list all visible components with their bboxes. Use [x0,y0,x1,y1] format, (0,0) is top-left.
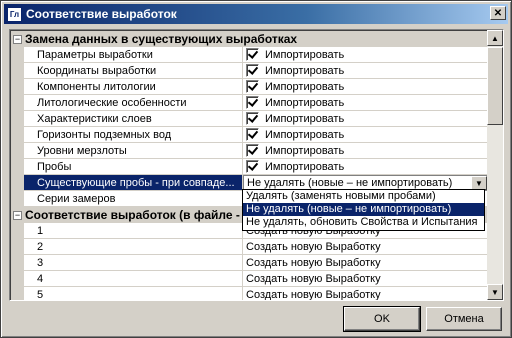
property-name: Уровни мерзлоты [11,143,243,159]
checkbox-label: Импортировать [265,80,345,93]
chevron-down-icon[interactable]: ▼ [471,176,487,190]
property-value[interactable]: Импортировать [243,95,488,111]
property-value[interactable]: Создать новую Выработку [243,255,488,271]
property-name: Литологические особенности [11,95,243,111]
checkbox[interactable] [246,128,259,141]
property-value[interactable]: Импортировать [243,63,488,79]
section-label: Соответствие выработок (в файле - [25,208,240,222]
checkbox[interactable] [246,64,259,77]
checkbox[interactable] [246,160,259,173]
checkbox[interactable] [246,96,259,109]
cancel-button[interactable]: Отмена [426,307,502,331]
vertical-scrollbar[interactable]: ▲ ▼ [487,30,503,300]
checkbox-label: Импортировать [265,144,345,157]
grid-rows: − Замена данных в существующих выработка… [11,31,488,301]
checkbox-label: Импортировать [265,128,345,141]
property-grid: − Замена данных в существующих выработка… [9,29,504,301]
checkbox[interactable] [246,80,259,93]
property-value[interactable]: Импортировать [243,143,488,159]
section-header-replace[interactable]: − Замена данных в существующих выработка… [11,31,488,47]
property-name: Серии замеров [11,191,243,207]
property-name: Координаты выработки [11,63,243,79]
section-label: Замена данных в существующих выработках [25,32,298,46]
property-row[interactable]: 4 Создать новую Выработку [11,271,488,287]
dropdown-option-selected[interactable]: Не удалять (новые – не импортировать) [243,203,484,216]
property-row[interactable]: 5 Создать новую Выработку [11,287,488,301]
property-row[interactable]: Горизонты подземных вод Импортировать [11,127,488,143]
property-name: 3 [11,255,243,271]
property-value[interactable]: Импортировать [243,111,488,127]
property-name: 1 [11,223,243,239]
title-bar[interactable]: Гл Соответствие выработок ✕ [4,4,508,24]
property-value[interactable]: Импортировать [243,47,488,63]
checkbox-label: Импортировать [265,48,345,61]
collapse-icon[interactable]: − [13,210,22,220]
property-row[interactable]: Пробы Импортировать [11,159,488,175]
property-row[interactable]: 2 Создать новую Выработку [11,239,488,255]
dialog-window: Гл Соответствие выработок ✕ − Замена дан… [0,0,512,338]
property-value[interactable]: Создать новую Выработку [243,271,488,287]
checkbox-label: Импортировать [265,112,345,125]
property-row[interactable]: Литологические особенности Импортировать [11,95,488,111]
property-row[interactable]: Уровни мерзлоты Импортировать [11,143,488,159]
property-value[interactable]: Создать новую Выработку [243,287,488,301]
property-name: Существующие пробы - при совпаде... [11,175,243,191]
property-row[interactable]: 3 Создать новую Выработку [11,255,488,271]
property-row[interactable]: Координаты выработки Импортировать [11,63,488,79]
property-value[interactable]: Импортировать [243,79,488,95]
property-value[interactable]: Импортировать [243,159,488,175]
window-title: Соответствие выработок [26,7,177,21]
close-button[interactable]: ✕ [490,6,506,20]
property-name: 4 [11,271,243,287]
property-row[interactable]: Характеристики слоев Импортировать [11,111,488,127]
checkbox[interactable] [246,48,259,61]
property-name: 5 [11,287,243,300]
property-name: Характеристики слоев [11,111,243,127]
property-name: Пробы [11,159,243,175]
scroll-up-icon[interactable]: ▲ [487,30,503,46]
app-icon: Гл [7,6,22,22]
checkbox-label: Импортировать [265,160,345,173]
checkbox[interactable] [246,112,259,125]
property-value[interactable]: Импортировать [243,127,488,143]
property-name: Компоненты литологии [11,79,243,95]
scroll-down-icon[interactable]: ▼ [487,284,503,300]
checkbox[interactable] [246,144,259,157]
scroll-thumb[interactable] [487,47,503,125]
dropdown-list: Удалять (заменять новыми пробами) Не уда… [242,189,485,231]
property-name: 2 [11,239,243,255]
checkbox-label: Импортировать [265,96,345,109]
checkbox-label: Импортировать [265,64,345,77]
property-name: Горизонты подземных вод [11,127,243,143]
select-value: Не удалять (новые – не импортировать) [247,177,453,189]
ok-button[interactable]: OK [343,306,421,332]
property-row[interactable]: Компоненты литологии Импортировать [11,79,488,95]
dropdown-option[interactable]: Не удалять, обновить Свойства и Испытани… [243,216,484,229]
property-name: Параметры выработки [11,47,243,63]
property-value[interactable]: Создать новую Выработку [243,239,488,255]
dropdown-option[interactable]: Удалять (заменять новыми пробами) [243,190,484,203]
property-row[interactable]: Параметры выработки Импортировать [11,47,488,63]
collapse-icon[interactable]: − [13,34,22,44]
